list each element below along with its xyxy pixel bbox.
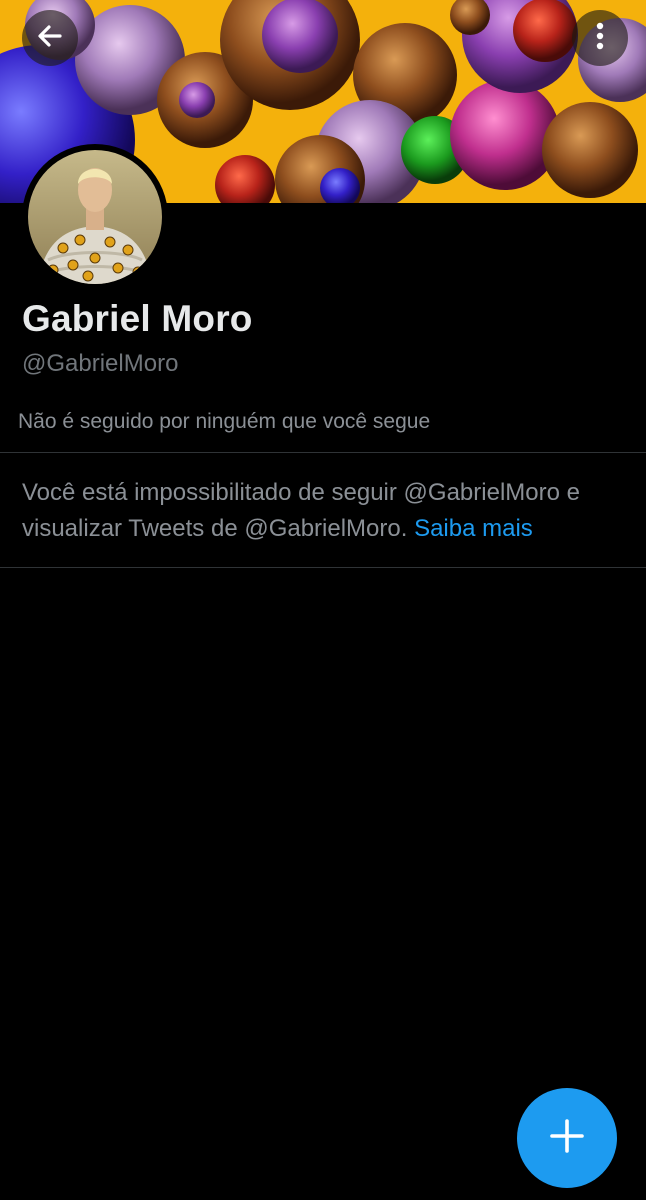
- arrow-left-icon: [34, 20, 66, 57]
- display-name: Gabriel Moro: [22, 298, 253, 339]
- avatar[interactable]: [22, 144, 168, 290]
- avatar-image: [28, 150, 162, 284]
- followers-you-know-note: Não é seguido por ninguém que você segue: [18, 410, 431, 433]
- plus-icon: [547, 1116, 587, 1161]
- divider: [0, 452, 646, 453]
- back-button[interactable]: [22, 10, 78, 66]
- username-handle: @GabrielMoro: [22, 350, 179, 377]
- blocked-notice: Você está impossibilitado de seguir @Gab…: [22, 475, 632, 547]
- more-vertical-icon: [594, 20, 606, 57]
- more-options-button[interactable]: [572, 10, 628, 66]
- compose-tweet-button[interactable]: [517, 1088, 617, 1188]
- learn-more-link[interactable]: Saiba mais: [414, 515, 533, 542]
- divider: [0, 567, 646, 568]
